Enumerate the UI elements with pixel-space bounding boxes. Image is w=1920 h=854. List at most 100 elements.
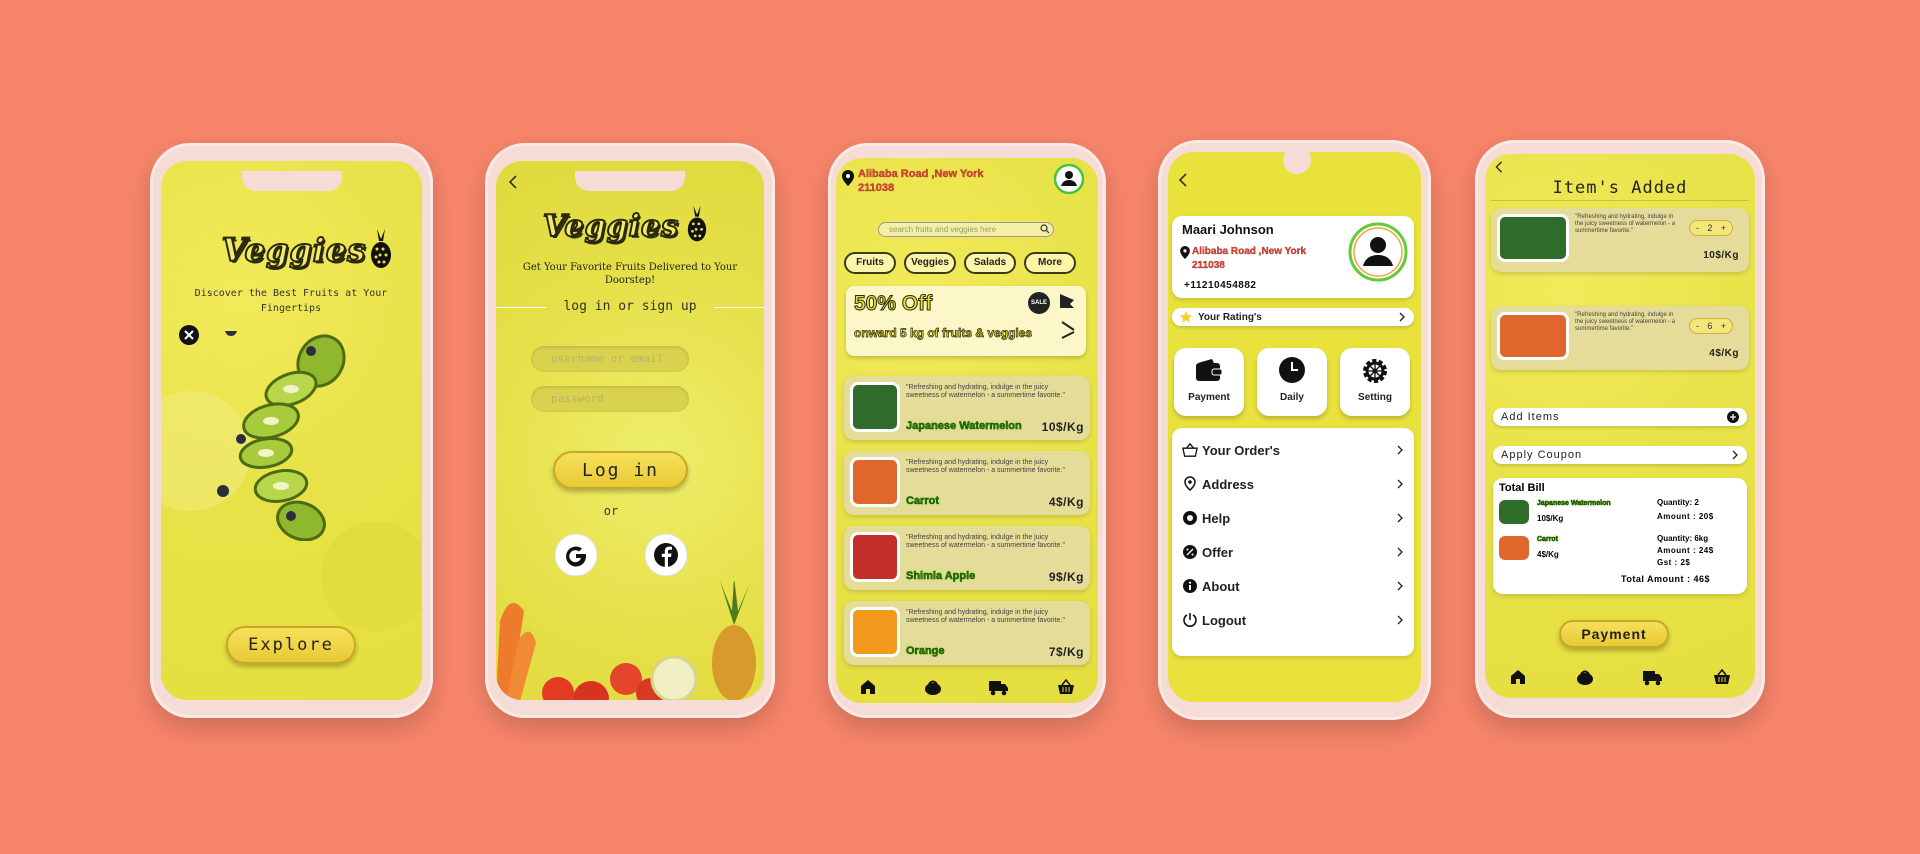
add-items-row[interactable]: Add Items [1493, 408, 1747, 426]
apply-coupon-label: Apply Coupon [1501, 449, 1583, 461]
decrement-button[interactable]: - [1696, 223, 1699, 233]
chevron-right-icon [1396, 615, 1404, 625]
menu-label: Help [1202, 510, 1231, 526]
phone-home: Alibaba Road ,New York 211038 search fru… [828, 143, 1106, 718]
phone-splash: Veggies Discover the Best Fruits at Your… [150, 143, 433, 718]
payment-button[interactable]: Payment [1559, 620, 1669, 648]
back-arrow-icon[interactable] [1493, 160, 1505, 174]
decrement-button[interactable]: - [1696, 321, 1699, 331]
bill-item-quantity: Quantity: 6kg [1657, 534, 1709, 543]
setting-tile[interactable]: Setting [1340, 348, 1410, 416]
username-field[interactable]: username or email [531, 346, 689, 372]
delivery-truck-icon[interactable] [1642, 668, 1664, 686]
increment-button[interactable]: + [1721, 223, 1726, 233]
delivery-truck-icon[interactable] [988, 678, 1010, 696]
basket-icon[interactable] [1713, 668, 1731, 686]
bill-item-price: 4$/Kg [1537, 550, 1559, 559]
product-description: "Refreshing and hydrating, indulge in th… [906, 534, 1065, 549]
product-image [850, 382, 900, 432]
bag-icon[interactable] [1576, 668, 1594, 686]
product-description: "Refreshing and hydrating, indulge in th… [906, 384, 1065, 399]
category-veggies[interactable]: Veggies [904, 252, 956, 274]
cart-title: Item's Added [1552, 178, 1688, 198]
cart-item-card[interactable]: "Refreshing and hydrating, indulge in th… [1491, 208, 1749, 272]
menu-label: Your Order's [1202, 442, 1280, 458]
map-pin-icon [1182, 476, 1198, 492]
explore-button[interactable]: Explore [226, 626, 356, 664]
facebook-icon[interactable] [644, 533, 688, 577]
cart-item-description: "Refreshing and hydrating, indulge in th… [1575, 214, 1676, 234]
tile-label: Daily [1280, 392, 1304, 403]
product-card[interactable]: "Refreshing and hydrating, indulge in th… [844, 376, 1090, 440]
menu-item-logout[interactable]: Logout [1172, 603, 1414, 637]
product-name: Shimla Apple [906, 570, 976, 583]
cart-item-image [1497, 214, 1569, 262]
cart-item-card[interactable]: "Refreshing and hydrating, indulge in th… [1491, 306, 1749, 370]
phone-number: +11210454882 [1184, 280, 1257, 291]
location-pin-icon [1180, 246, 1190, 259]
apply-coupon-row[interactable]: Apply Coupon [1493, 446, 1747, 464]
veggie-illustration [496, 577, 764, 700]
product-description: "Refreshing and hydrating, indulge in th… [906, 459, 1065, 474]
rating-row[interactable]: Your Rating's [1172, 308, 1414, 326]
back-arrow-icon[interactable] [506, 174, 520, 190]
menu-item-address[interactable]: Address [1172, 467, 1414, 501]
password-field[interactable]: password [531, 386, 689, 412]
home-icon[interactable] [1509, 668, 1527, 686]
chevron-right-icon [1398, 312, 1406, 322]
payment-tile[interactable]: Payment [1174, 348, 1244, 416]
category-fruits[interactable]: Fruits [844, 252, 896, 274]
menu-item-orders[interactable]: Your Order's [1172, 433, 1414, 467]
product-name: Orange [906, 645, 945, 658]
search-input[interactable]: search fruits and veggies here [878, 222, 1054, 237]
menu-item-help[interactable]: Help [1172, 501, 1414, 535]
menu-item-offer[interactable]: Offer [1172, 535, 1414, 569]
product-card[interactable]: "Refreshing and hydrating, indulge in th… [844, 526, 1090, 590]
menu-label: About [1202, 578, 1240, 594]
camera-punch [1283, 152, 1311, 174]
back-arrow-icon[interactable] [1176, 172, 1190, 188]
product-card[interactable]: "Refreshing and hydrating, indulge in th… [844, 451, 1090, 515]
sale-tag-icon [1058, 292, 1078, 348]
profile-avatar-icon[interactable] [1054, 164, 1084, 194]
app-logo: Veggies [542, 208, 679, 245]
product-name: Carrot [906, 495, 940, 508]
chevron-right-icon [1396, 445, 1404, 455]
notch [241, 171, 342, 191]
cart-item-price: 4$/Kg [1709, 348, 1739, 359]
quantity-value: 6 [1707, 321, 1713, 331]
bill-item-name: Carrot [1537, 536, 1559, 544]
profile-menu: Your Order's Address Help Offer About Lo… [1172, 428, 1414, 656]
divider-line-left [496, 307, 546, 308]
quantity-value: 2 [1707, 223, 1713, 233]
product-card[interactable]: "Refreshing and hydrating, indulge in th… [844, 601, 1090, 665]
bag-icon[interactable] [924, 678, 942, 696]
bill-item-amount: Amount : 20$ [1657, 512, 1714, 521]
increment-button[interactable]: + [1721, 321, 1726, 331]
google-icon[interactable] [554, 533, 598, 577]
tagline: Discover the Best Fruits at Your Fingert… [194, 288, 388, 314]
tile-label: Payment [1188, 392, 1230, 403]
category-more[interactable]: More [1024, 252, 1076, 274]
phone-profile: Maari Johnson Alibaba Road ,New York 211… [1158, 140, 1431, 720]
cart-screen: Item's Added "Refreshing and hydrating, … [1485, 154, 1755, 698]
chevron-right-icon [1396, 513, 1404, 523]
daily-tile[interactable]: Daily [1257, 348, 1327, 416]
home-icon[interactable] [859, 678, 877, 696]
plus-circle-icon[interactable] [1727, 411, 1739, 423]
rating-label: Your Rating's [1198, 311, 1262, 323]
search-icon[interactable] [1040, 224, 1050, 234]
menu-item-about[interactable]: About [1172, 569, 1414, 603]
address-line-2: 211038 [1192, 260, 1225, 271]
login-button[interactable]: Log in [553, 451, 688, 489]
quantity-stepper[interactable]: -2 + [1689, 220, 1733, 236]
basket-icon[interactable] [1057, 678, 1075, 696]
close-button[interactable] [178, 324, 200, 346]
sale-badge: SALE [1028, 292, 1050, 314]
menu-label: Logout [1202, 612, 1247, 628]
user-avatar-icon[interactable] [1348, 222, 1408, 282]
quantity-stepper[interactable]: -6 + [1689, 318, 1733, 334]
offer-banner[interactable]: 50% Off SALE onward 5 kg of fruits & veg… [846, 286, 1086, 356]
info-icon [1182, 578, 1198, 594]
category-salads[interactable]: Salads [964, 252, 1016, 274]
